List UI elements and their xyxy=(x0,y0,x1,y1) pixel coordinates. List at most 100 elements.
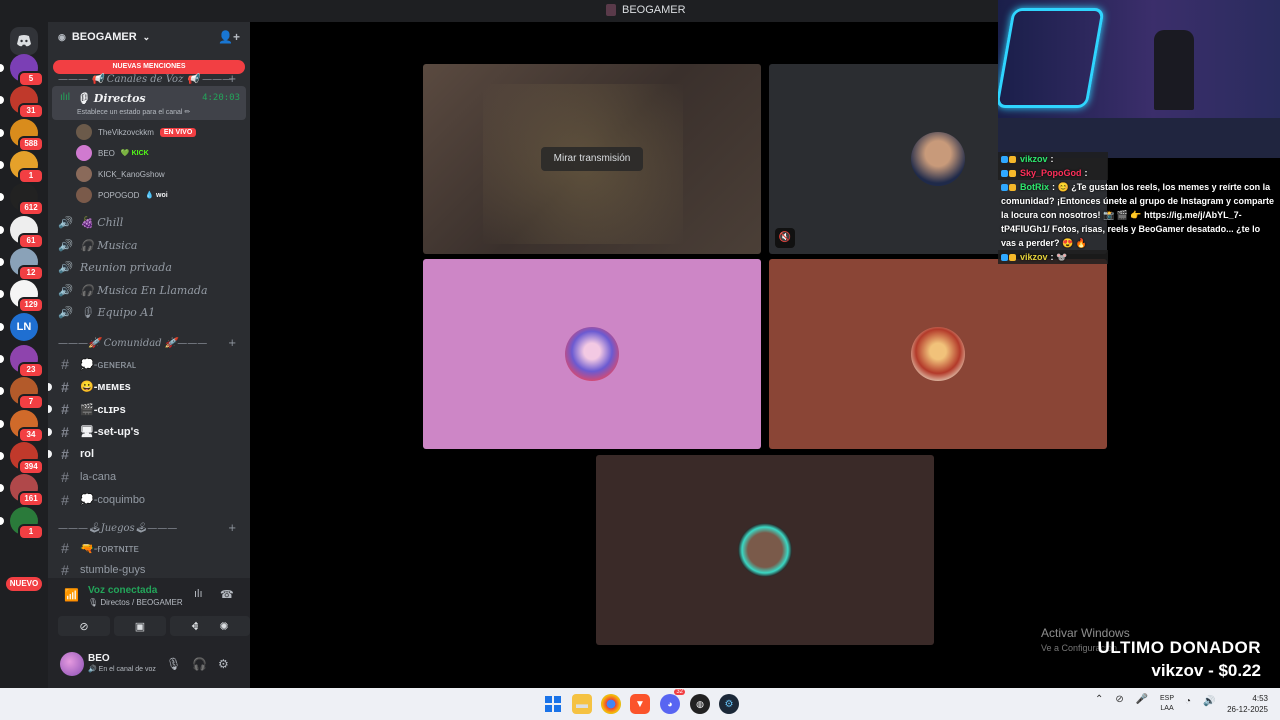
avatar xyxy=(76,145,92,161)
add-channel-icon[interactable]: + xyxy=(228,338,236,349)
voice-channel[interactable]: 🔊 🍇 Chill xyxy=(58,216,123,229)
server-icon[interactable]: 1 xyxy=(0,151,44,184)
server-icon[interactable]: 5 xyxy=(0,54,44,87)
window-title-text: BEOGAMER xyxy=(622,4,686,16)
watch-stream-button[interactable]: Mirar transmisión xyxy=(541,147,643,171)
steam-button[interactable]: ⚙ xyxy=(719,694,739,714)
mention-badge: 612 xyxy=(18,200,44,216)
avatar[interactable] xyxy=(60,652,84,676)
voice-user[interactable]: BEO 💚 KICK xyxy=(76,145,149,161)
channel-name: 🎙 Directos xyxy=(76,92,146,105)
text-channel[interactable]: # 😀-ᴍᴇᴍᴇs xyxy=(48,379,131,395)
server-icon[interactable]: 129 xyxy=(0,280,44,313)
new-mentions-banner[interactable]: NUEVAS MENCIONES xyxy=(53,60,245,74)
channel-status[interactable]: Establece un estado para el canal ✏ xyxy=(77,108,190,116)
headphones-icon[interactable]: 🎧 xyxy=(192,657,207,671)
server-icon[interactable]: 61 xyxy=(0,216,44,249)
discord-icon: ◕ xyxy=(667,699,673,709)
new-servers-pill[interactable]: NUEVO xyxy=(6,577,42,591)
file-explorer-button[interactable]: ▬ xyxy=(572,694,592,714)
microphone-icon[interactable]: 🎤 xyxy=(1136,694,1148,705)
server-initials: LN xyxy=(16,321,32,333)
gear-icon[interactable]: ⚙ xyxy=(218,657,229,671)
category-community[interactable]: ———🚀 Comunidad 🚀——— + xyxy=(58,338,236,349)
server-header[interactable]: ◉ BEOGAMER ⌄ 👤+ xyxy=(48,22,250,52)
voice-status[interactable]: Voz conectada xyxy=(88,585,157,596)
clock-date: 26-12-2025 xyxy=(1227,705,1268,714)
channel-name: 🔫-ғᴏʀᴛɴɪᴛᴇ xyxy=(80,542,139,555)
voice-user[interactable]: POPOGOD 💧 woi xyxy=(76,187,168,203)
language-indicator[interactable]: ESP LAA xyxy=(1160,694,1174,714)
chevron-up-icon[interactable]: ⌃ xyxy=(1095,694,1103,705)
disconnect-icon[interactable]: ☎ xyxy=(220,588,234,601)
microphone-icon[interactable]: 🎙 xyxy=(166,657,181,671)
channel-name: 💭-coquimbo xyxy=(80,494,146,507)
server-icon[interactable]: 588 xyxy=(0,119,44,152)
category-games[interactable]: ———🕹Juegos🕹——— + xyxy=(58,523,236,534)
server-icon[interactable]: LN xyxy=(0,313,38,341)
add-channel-icon[interactable]: + xyxy=(228,74,236,85)
username[interactable]: BEO xyxy=(88,653,110,664)
category-label: ———🕹Juegos🕹——— xyxy=(58,523,178,534)
voice-user[interactable]: KICK_KanoGshow xyxy=(76,166,165,182)
participant-tile[interactable] xyxy=(769,259,1107,449)
network-off-icon[interactable]: ⊘ xyxy=(1115,694,1123,705)
unread-indicator xyxy=(0,355,4,363)
add-channel-icon[interactable]: + xyxy=(228,523,236,534)
voice-location[interactable]: 🎙 Directos / BEOGAMER xyxy=(88,598,183,607)
chat-message: BotRix: 😊 ¿Te gustan los reels, los meme… xyxy=(998,180,1280,250)
text-channel[interactable]: # 🔫-ғᴏʀᴛɴɪᴛᴇ xyxy=(58,540,139,556)
discord-home-button[interactable] xyxy=(10,27,38,55)
noise-suppression-icon[interactable]: ılı xyxy=(194,588,203,600)
voice-user[interactable]: TheVikzovckkm EN VIVO xyxy=(76,124,197,140)
obs-icon: ◍ xyxy=(696,698,704,709)
voice-channel[interactable]: 🔊 🎧 Musica En Llamada xyxy=(58,283,208,297)
user-status: 🔊 En el canal de voz xyxy=(88,666,156,673)
voice-channel[interactable]: 🔊 🎙 Equipo A1 xyxy=(58,306,155,319)
server-icon[interactable]: 31 xyxy=(0,86,44,119)
server-icon[interactable]: 23 xyxy=(0,345,44,378)
signal-icon[interactable]: 📶 xyxy=(64,588,79,602)
stream-tile[interactable]: Mirar transmisión xyxy=(423,64,761,254)
chat-username: BotRix xyxy=(1020,182,1049,192)
voice-channel[interactable]: 🔊 Reunion privada xyxy=(58,261,172,274)
category-label: ———🚀 Comunidad 🚀——— xyxy=(58,338,208,349)
soundboard-button[interactable]: ✺ xyxy=(198,616,250,636)
voice-channel[interactable]: 🔊 🎧 Musica xyxy=(58,239,137,252)
category-voice-channels[interactable]: ——— 📢 Canales de Voz 📢 ——— + xyxy=(58,74,236,85)
server-icon[interactable]: 612 xyxy=(0,183,44,216)
text-channel[interactable]: # 💭-ɢᴇɴᴇʀᴀʟ xyxy=(58,356,136,372)
brave-button[interactable]: ▼ xyxy=(630,694,650,714)
participant-tile[interactable] xyxy=(596,455,934,645)
chevron-down-icon: ⌄ xyxy=(142,31,151,42)
chrome-button[interactable] xyxy=(601,694,621,714)
start-button[interactable] xyxy=(543,694,563,714)
server-icon[interactable]: 7 xyxy=(0,377,44,410)
text-channel[interactable]: # 🖥-set-up's xyxy=(48,424,140,440)
discord-taskbar-button[interactable]: ◕ 32 xyxy=(660,689,685,714)
volume-icon[interactable]: 🔊 xyxy=(1203,696,1215,707)
text-channel[interactable]: # 💭-coquimbo xyxy=(58,492,145,508)
server-icon[interactable]: 394 xyxy=(0,442,44,475)
channel-name: 🖥-set-up's xyxy=(80,426,140,439)
mention-badge: 5 xyxy=(18,71,44,87)
text-channel[interactable]: # rol xyxy=(48,446,94,462)
wifi-icon[interactable]: ◔ xyxy=(1185,696,1191,707)
participant-tile[interactable] xyxy=(423,259,761,449)
server-icon[interactable]: 1 xyxy=(0,507,44,540)
server-icon[interactable]: 12 xyxy=(0,248,44,281)
text-channel[interactable]: # 🎬-ᴄʟɪᴘs xyxy=(48,401,126,417)
channel-name: 🎧 Musica En Llamada xyxy=(80,283,208,297)
muted-icon: 🔇 xyxy=(775,228,795,248)
screen-share-button[interactable]: ▣ xyxy=(114,616,166,636)
text-channel[interactable]: # la-cana xyxy=(58,469,116,485)
unread-indicator xyxy=(48,450,52,459)
invite-people-icon[interactable]: 👤+ xyxy=(218,30,240,44)
text-channel[interactable]: # stumble-guys xyxy=(58,562,145,578)
camera-toggle-button[interactable]: ⊘ xyxy=(58,616,110,636)
server-icon[interactable]: 34 xyxy=(0,410,44,443)
voice-channel-directos[interactable]: ılıl 🎙 Directos 4:20:03 Establece un est… xyxy=(52,86,246,120)
server-icon[interactable]: 161 xyxy=(0,474,44,507)
clock[interactable]: 4:53 26-12-2025 xyxy=(1224,693,1268,715)
obs-button[interactable]: ◍ xyxy=(690,694,710,714)
